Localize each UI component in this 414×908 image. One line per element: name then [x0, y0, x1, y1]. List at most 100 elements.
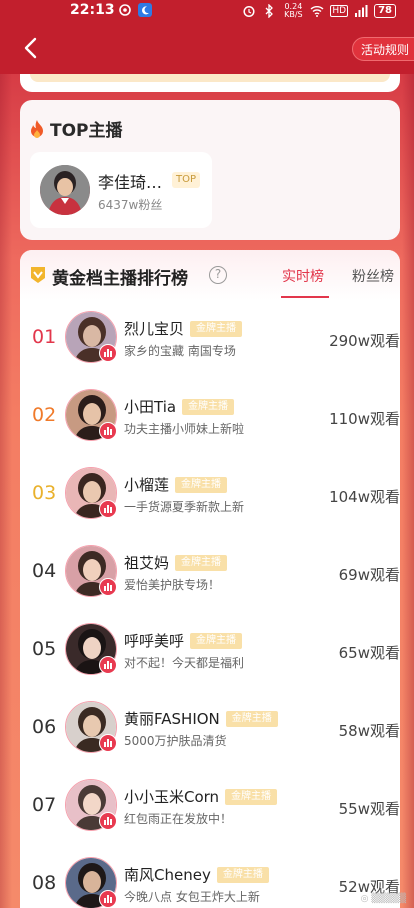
rank-name-line: 小榴莲 金牌主播 — [124, 474, 228, 495]
view-count: 55w观看 — [338, 800, 400, 818]
top-badge: TOP — [172, 172, 201, 188]
ranking-row[interactable]: 08 南风Cheney 金牌主播 今晚八点 女包王炸大上新 52w观看 — [20, 848, 400, 908]
top-anchor-title: TOP主播 — [50, 121, 123, 141]
avatar-image — [40, 165, 90, 215]
rank-name-line: 祖艾妈 金牌主播 — [124, 552, 228, 573]
view-count: 69w观看 — [338, 566, 400, 584]
top-anchor-header: TOP主播 — [28, 116, 123, 141]
ranking-row[interactable]: 01 烈儿宝贝 金牌主播 家乡的宝藏 南国专场 290w观看 — [20, 302, 400, 380]
view-count: 104w观看 — [329, 488, 400, 506]
rank-number: 04 — [32, 560, 57, 582]
battery-indicator: 78 — [374, 4, 396, 18]
gold-anchor-badge: 金牌主播 — [190, 320, 243, 337]
anchor-name: 黄丽FASHION — [124, 710, 220, 728]
anchor-name: 南风Cheney — [124, 866, 211, 884]
ranking-title: 黄金档主播排行榜 — [52, 269, 188, 289]
gold-anchor-badge: 金牌主播 — [175, 554, 228, 571]
tab-fans[interactable]: 粉丝榜 — [352, 266, 394, 286]
rank-name-line: 小田Tia 金牌主播 — [124, 396, 235, 417]
network-type: HD — [330, 5, 349, 17]
rank-name-line: 南风Cheney 金牌主播 — [124, 864, 269, 885]
ranking-header: 黄金档主播排行榜 ? 实时榜 粉丝榜 — [20, 250, 400, 300]
nav-bar: 活动规则 — [0, 22, 414, 74]
anchor-name: 呼呼美呼 — [124, 632, 185, 650]
signal-icon — [355, 5, 368, 17]
activity-rules-button[interactable]: 活动规则 — [351, 37, 414, 61]
ranking-row[interactable]: 03 小榴莲 金牌主播 一手货源夏季新款上新 104w观看 — [20, 458, 400, 536]
rank-number: 01 — [32, 326, 57, 348]
ranking-row[interactable]: 02 小田Tia 金牌主播 功夫主播小师妹上新啦 110w观看 — [20, 380, 400, 458]
rank-name-line: 黄丽FASHION 金牌主播 — [124, 708, 278, 729]
live-icon — [99, 500, 117, 518]
avatar — [40, 165, 90, 215]
rank-name-line: 烈儿宝贝 金牌主播 — [124, 318, 243, 339]
anchor-description: 5000万护肤品清货 — [124, 734, 227, 748]
previous-card-inner — [30, 74, 390, 82]
anchor-description: 一手货源夏季新款上新 — [124, 500, 245, 514]
live-icon — [99, 812, 117, 830]
moon-icon — [138, 3, 152, 17]
active-tab-indicator — [281, 296, 329, 298]
bluetooth-icon — [265, 4, 274, 18]
gold-anchor-badge: 金牌主播 — [225, 788, 278, 805]
tab-realtime[interactable]: 实时榜 — [282, 266, 324, 286]
rank-number: 06 — [32, 716, 57, 738]
gold-anchor-badge: 金牌主播 — [190, 632, 243, 649]
anchor-description: 爱怡美护肤专场！ — [124, 578, 221, 592]
ranking-row[interactable]: 04 祖艾妈 金牌主播 爱怡美护肤专场！ 69w观看 — [20, 536, 400, 614]
live-icon — [99, 344, 117, 362]
top-anchor-tile[interactable]: 李佳琦… TOP 6437w粉丝 — [30, 152, 212, 228]
anchor-description: 对不起！今天都是福利 — [124, 656, 245, 670]
previous-card-bottom — [20, 74, 400, 92]
rank-number: 03 — [32, 482, 57, 504]
live-icon — [99, 734, 117, 752]
anchor-name: 李佳琦… — [98, 173, 163, 192]
anchor-description: 今晚八点 女包王炸大上新 — [124, 890, 260, 904]
ranking-row[interactable]: 06 黄丽FASHION 金牌主播 5000万护肤品清货 58w观看 — [20, 692, 400, 770]
wifi-icon — [310, 6, 324, 17]
anchor-description: 红包雨正在发放中！ — [124, 812, 233, 826]
view-count: 58w观看 — [338, 722, 400, 740]
view-count: 110w观看 — [329, 410, 400, 428]
anchor-name: 烈儿宝贝 — [124, 320, 185, 338]
watermark: ◎ ▒▒▒▒▒ — [360, 894, 406, 904]
anchor-description: 功夫主播小师妹上新啦 — [124, 422, 245, 436]
anchor-fans: 6437w粉丝 — [98, 198, 163, 212]
ranking-row[interactable]: 07 小小玉米Corn 金牌主播 红包雨正在发放中！ 55w观看 — [20, 770, 400, 848]
anchor-name: 小小玉米Corn — [124, 788, 220, 806]
question-circle-icon[interactable]: ? — [209, 266, 227, 284]
status-icons-left — [118, 3, 152, 17]
swirl-icon — [119, 4, 131, 16]
view-count: 65w观看 — [338, 644, 400, 662]
live-icon — [99, 890, 117, 908]
rank-name-line: 小小玉米Corn 金牌主播 — [124, 786, 278, 807]
live-icon — [99, 578, 117, 596]
crown-badge-icon — [31, 267, 45, 283]
anchor-name: 小榴莲 — [124, 476, 170, 494]
rank-number: 02 — [32, 404, 57, 426]
ranking-row[interactable]: 05 呼呼美呼 金牌主播 对不起！今天都是福利 65w观看 — [20, 614, 400, 692]
anchor-name: 祖艾妈 — [124, 554, 170, 572]
rank-number: 07 — [32, 794, 57, 816]
net-speed: 0.24 KB/S — [284, 2, 303, 19]
back-button[interactable] — [18, 34, 46, 62]
status-time: 22:13 — [70, 2, 115, 18]
rank-number: 08 — [32, 872, 57, 894]
anchor-name: 小田Tia — [124, 398, 177, 416]
view-count: 290w观看 — [329, 332, 400, 350]
rank-name-line: 呼呼美呼 金牌主播 — [124, 630, 243, 651]
page: 22:13 0.24 KB/S HD 78 活动规则 TOP主播 李佳琦… TO… — [0, 0, 414, 908]
top-anchor-section: TOP主播 李佳琦… TOP 6437w粉丝 — [20, 100, 400, 240]
status-bar: 22:13 0.24 KB/S HD 78 — [0, 0, 414, 22]
gold-anchor-badge: 金牌主播 — [182, 398, 235, 415]
left-shadow — [0, 74, 12, 908]
gold-anchor-badge: 金牌主播 — [175, 476, 228, 493]
gold-anchor-badge: 金牌主播 — [225, 710, 278, 727]
right-shadow — [402, 74, 414, 908]
live-icon — [99, 422, 117, 440]
fire-icon — [31, 119, 43, 138]
rank-number: 05 — [32, 638, 57, 660]
gold-anchor-badge: 金牌主播 — [216, 866, 269, 883]
ranking-section: 黄金档主播排行榜 ? 实时榜 粉丝榜 01 烈儿宝贝 金牌主播 家乡的宝藏 南国… — [20, 250, 400, 908]
status-icons-right: 0.24 KB/S HD 78 — [242, 3, 396, 19]
